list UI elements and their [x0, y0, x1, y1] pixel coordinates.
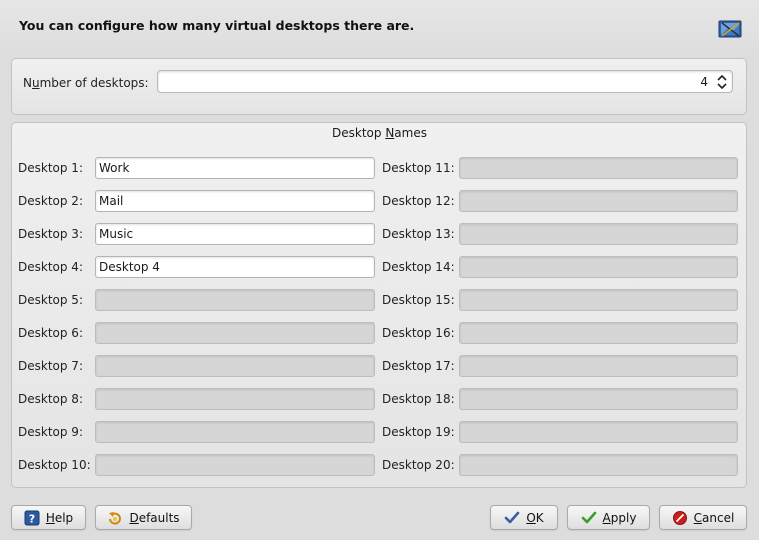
header-description: You can configure how many virtual deskt…: [19, 18, 415, 33]
desktop-name-label: Desktop 10:: [18, 458, 91, 472]
desktop-name-input: [95, 388, 375, 410]
desktop-name-label: Desktop 18:: [382, 392, 455, 406]
desktop-name-input: [459, 157, 738, 179]
desktop-name-label: Desktop 12:: [382, 194, 455, 208]
spin-arrows-icon[interactable]: [716, 73, 728, 91]
desktop-name-input: [95, 289, 375, 311]
header-bar: You can configure how many virtual deskt…: [0, 0, 759, 50]
desktop-name-label: Desktop 17:: [382, 359, 455, 373]
desktop-names-title: Desktop Names: [332, 126, 427, 140]
cancel-button-label: Cancel: [693, 510, 735, 525]
cancel-button[interactable]: Cancel: [659, 505, 747, 530]
desktop-name-input: [459, 190, 738, 212]
desktop-name-label: Desktop 2:: [18, 194, 83, 208]
desktop-name-label: Desktop 8:: [18, 392, 83, 406]
desktop-name-input: [95, 454, 375, 476]
desktop-name-label: Desktop 4:: [18, 260, 83, 274]
desktop-name-label: Desktop 1:: [18, 161, 83, 175]
desktop-name-input[interactable]: Mail: [95, 190, 375, 212]
desktop-name-input: [459, 355, 738, 377]
ok-button-label: OK: [526, 510, 544, 525]
desktop-name-input: [459, 388, 738, 410]
svg-text:?: ?: [29, 512, 35, 525]
desktop-config-icon: [718, 20, 742, 38]
desktop-name-label: Desktop 15:: [382, 293, 455, 307]
desktop-name-label: Desktop 20:: [382, 458, 455, 472]
ok-button[interactable]: OK: [490, 505, 558, 530]
desktop-name-input: [95, 355, 375, 377]
number-of-desktops-value: 4: [700, 75, 708, 89]
desktop-name-label: Desktop 7:: [18, 359, 83, 373]
desktop-name-input: [459, 454, 738, 476]
number-of-desktops-spinbox[interactable]: 4: [157, 70, 733, 93]
cancel-icon: [672, 510, 687, 525]
defaults-button-label: Defaults: [129, 510, 180, 525]
desktop-name-label: Desktop 16:: [382, 326, 455, 340]
defaults-button[interactable]: Defaults: [95, 505, 192, 530]
desktop-name-label: Desktop 3:: [18, 227, 83, 241]
desktop-name-input[interactable]: Work: [95, 157, 375, 179]
desktop-name-input: [459, 289, 738, 311]
desktop-name-label: Desktop 5:: [18, 293, 83, 307]
desktop-name-input: [459, 322, 738, 344]
checkmark-icon: [505, 511, 520, 523]
desktop-name-label: Desktop 11:: [382, 161, 455, 175]
help-button[interactable]: ? Help: [11, 505, 86, 530]
desktop-name-input: [95, 421, 375, 443]
desktop-name-label: Desktop 6:: [18, 326, 83, 340]
desktop-name-input: [459, 421, 738, 443]
desktop-name-input: [95, 322, 375, 344]
help-icon: ?: [24, 510, 40, 525]
desktop-name-input[interactable]: Music: [95, 223, 375, 245]
checkmark-icon: [581, 511, 596, 523]
virtual-desktops-dialog: You can configure how many virtual deskt…: [0, 0, 759, 540]
desktop-name-label: Desktop 19:: [382, 425, 455, 439]
desktop-name-label: Desktop 9:: [18, 425, 83, 439]
desktop-name-input: [459, 223, 738, 245]
help-button-label: Help: [45, 510, 74, 525]
desktop-name-input: [459, 256, 738, 278]
number-of-desktops-label: Number of desktops:: [23, 76, 149, 90]
desktop-name-input[interactable]: Desktop 4: [95, 256, 375, 278]
desktop-name-label: Desktop 14:: [382, 260, 455, 274]
apply-button[interactable]: Apply: [567, 505, 650, 530]
apply-button-label: Apply: [602, 510, 637, 525]
desktop-name-label: Desktop 13:: [382, 227, 455, 241]
defaults-icon: [109, 511, 122, 525]
